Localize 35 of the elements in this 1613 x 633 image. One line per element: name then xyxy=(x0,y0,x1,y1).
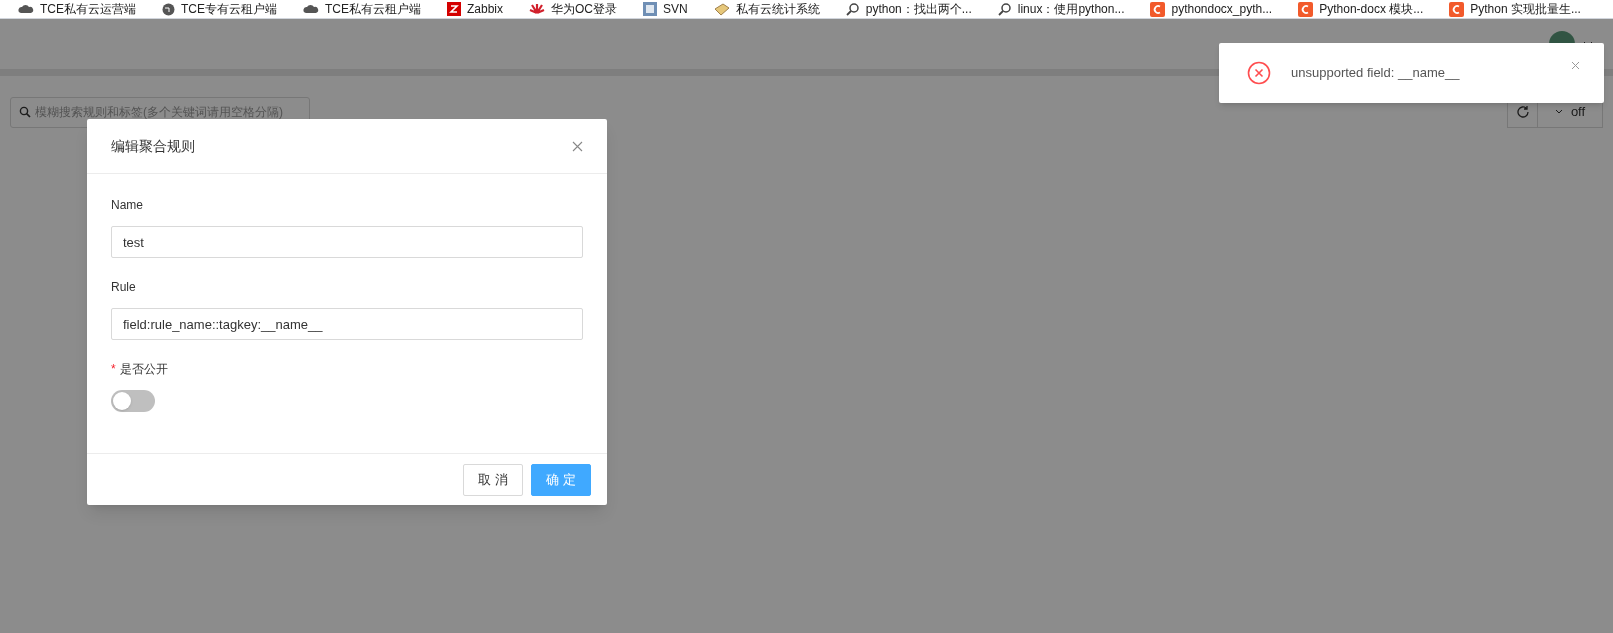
app-icon xyxy=(643,2,658,16)
close-icon[interactable] xyxy=(572,140,583,152)
bookmark[interactable]: 私有云统计系统 xyxy=(713,0,820,18)
input-field[interactable]: field:rule_name::tagkey:__name__ xyxy=(111,308,583,340)
toggle-switch[interactable] xyxy=(111,390,155,412)
required-mark: * xyxy=(111,361,116,378)
book-icon xyxy=(713,2,730,16)
bookmark[interactable]: 华为OC登录 xyxy=(529,0,618,18)
bookmark[interactable]: Zabbix xyxy=(447,0,504,18)
search-icon xyxy=(19,106,31,118)
dialog-title: 编辑聚合规则 xyxy=(111,136,195,156)
bookmark[interactable]: TCE专有云租户端 xyxy=(162,0,277,18)
field-label: Rule xyxy=(111,279,136,296)
bookmark[interactable]: Python-docx 模块... xyxy=(1298,0,1424,18)
close-icon[interactable] xyxy=(1571,61,1580,70)
bookmark[interactable]: TCE私有云租户端 xyxy=(303,0,421,18)
caret-icon xyxy=(1554,109,1563,115)
bookmark[interactable]: python：找出两个... xyxy=(845,0,972,18)
bookmark[interactable]: SVN xyxy=(643,0,688,18)
bookmark[interactable]: TCE私有云运营端 xyxy=(18,0,136,18)
cloud-icon xyxy=(18,4,34,14)
refresh-icon xyxy=(1515,105,1530,119)
cancel-button[interactable]: 取 消 xyxy=(463,463,523,496)
field-label: Name xyxy=(111,197,143,214)
cloud-icon xyxy=(303,4,319,14)
bookmark[interactable]: linux：使用python... xyxy=(997,0,1125,18)
search-icon xyxy=(997,2,1012,16)
bookmark[interactable]: Python 实现批量生... xyxy=(1449,0,1581,18)
flower-icon xyxy=(529,3,546,15)
field-label: 是否公开 xyxy=(119,361,168,378)
bookmark[interactable]: pythondocx_pyth... xyxy=(1150,0,1273,18)
toast-message: unsupported field: __name__ xyxy=(1291,64,1461,83)
search-icon xyxy=(845,2,860,16)
error-icon xyxy=(1247,61,1271,85)
input-field[interactable]: test xyxy=(111,226,583,258)
